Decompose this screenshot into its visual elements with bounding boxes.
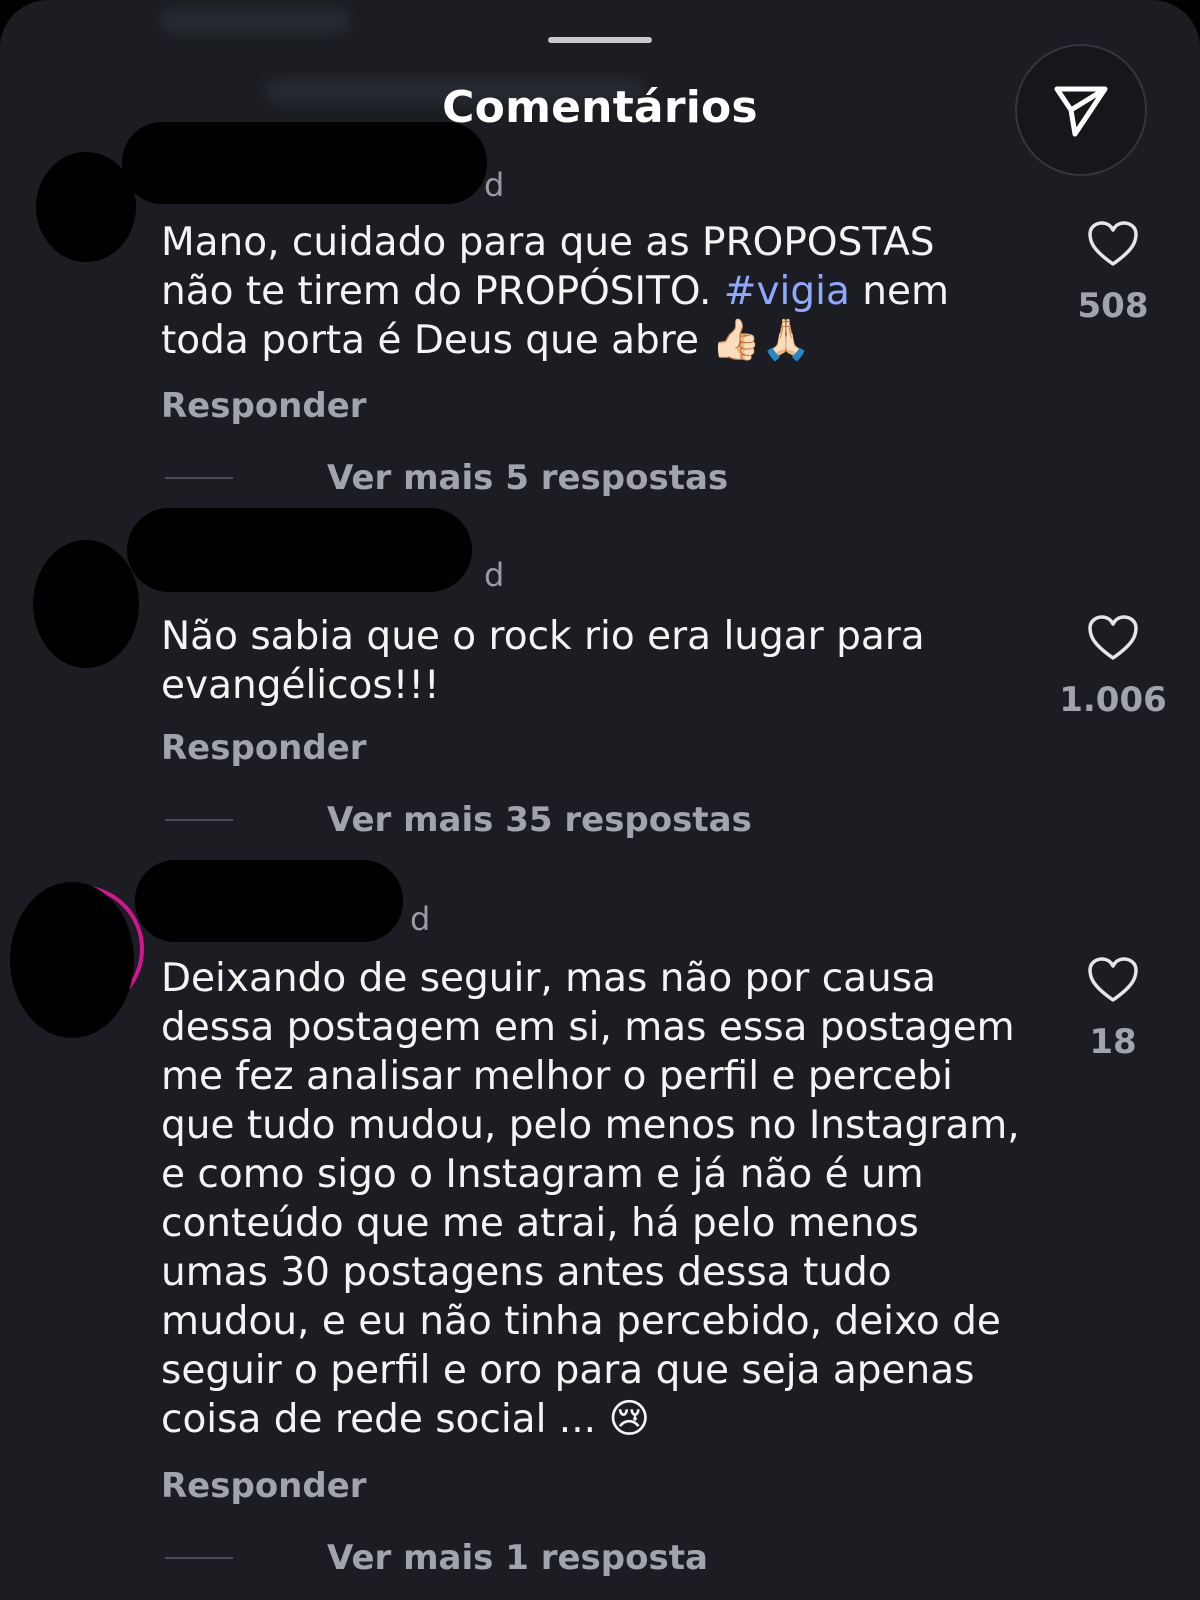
view-more-replies[interactable]: Ver mais 5 respostas [165,458,728,498]
divider [165,1557,233,1559]
username-redacted[interactable] [127,508,472,592]
reply-button[interactable]: Responder [161,1466,367,1506]
reply-button[interactable]: Responder [161,386,367,426]
like-button[interactable]: 508 [1053,220,1173,326]
like-count: 1.006 [1059,680,1167,720]
hashtag-link[interactable]: #vigia [724,269,850,314]
comment-time: d [484,556,505,594]
divider [165,819,233,821]
avatar[interactable] [33,540,139,668]
divider [165,477,233,479]
view-more-replies[interactable]: Ver mais 1 resposta [165,1538,708,1578]
blurred-background [160,8,350,34]
view-more-replies-label: Ver mais 1 resposta [327,1538,708,1578]
drag-handle[interactable] [548,37,652,43]
comment-time: d [484,166,505,204]
send-icon [1054,86,1108,137]
comment-text: Não sabia que o rock rio era lugar para … [161,614,925,708]
reply-button[interactable]: Responder [161,728,367,768]
comment-text: Mano, cuidado para que as PROPOSTAS não … [161,220,949,363]
username-redacted[interactable] [122,122,487,204]
comments-sheet: Comentários d Mano, cuidado para que as … [0,0,1200,1600]
view-more-replies[interactable]: Ver mais 35 respostas [165,800,752,840]
username-redacted[interactable] [135,860,403,942]
heart-icon [1088,221,1138,266]
avatar[interactable] [10,882,134,1038]
emoji: 😢 [608,1396,651,1442]
heart-icon [1088,615,1138,660]
like-button[interactable]: 18 [1053,956,1173,1062]
heart-icon [1088,957,1138,1002]
view-more-replies-label: Ver mais 5 respostas [327,458,729,498]
emoji: 👍🏻🙏🏻 [711,317,811,363]
comment-text: Deixando de seguir, mas não por causa de… [161,956,1020,1442]
avatar[interactable] [36,152,136,262]
view-more-replies-label: Ver mais 35 respostas [327,800,752,840]
like-count: 18 [1089,1022,1137,1062]
share-button[interactable] [1015,44,1147,176]
like-button[interactable]: 1.006 [1053,614,1173,720]
comment-time: d [410,900,431,938]
like-count: 508 [1077,286,1149,326]
